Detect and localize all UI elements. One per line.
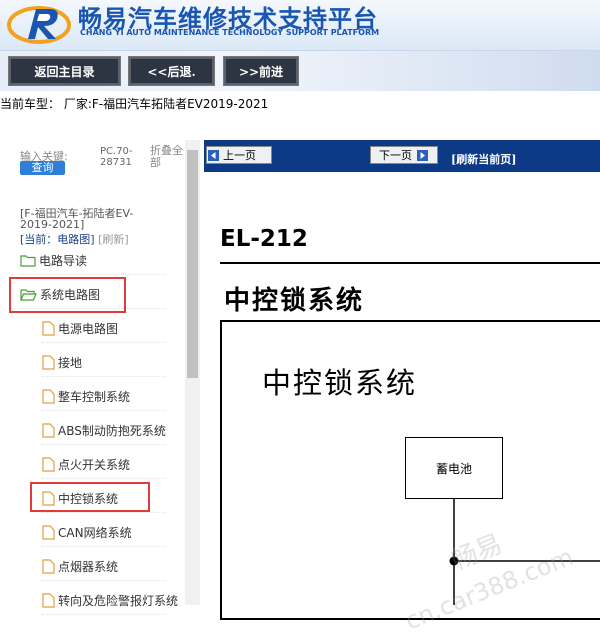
junction-dot <box>449 556 459 566</box>
wiring-lines <box>449 499 600 605</box>
